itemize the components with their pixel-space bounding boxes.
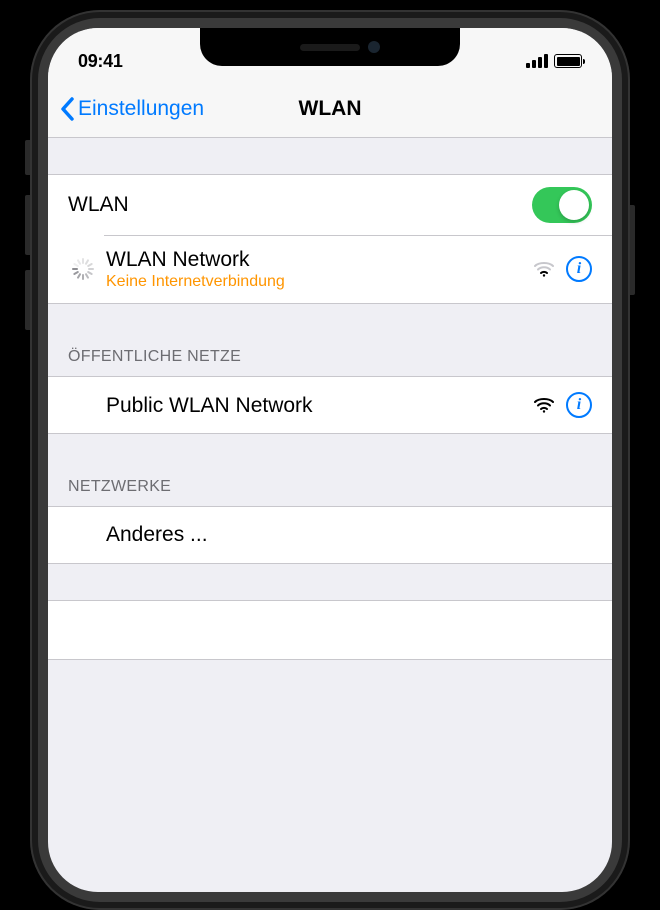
public-network-name: Public WLAN Network [106,393,534,418]
wlan-toggle[interactable] [532,187,592,223]
volume-up-button [25,195,30,255]
public-networks-header: ÖFFENTLICHE NETZE [48,340,612,376]
volume-down-button [25,270,30,330]
connected-network-row[interactable]: WLAN Network Keine Internetverbindung i [48,235,612,303]
wlan-toggle-row: WLAN [48,175,612,235]
notch [200,28,460,66]
back-button[interactable]: Einstellungen [60,97,204,121]
spinner-icon [72,258,94,280]
page-title: WLAN [299,97,362,121]
chevron-left-icon [60,97,74,121]
info-button[interactable]: i [566,392,592,418]
networks-header: NETZWERKE [48,470,612,506]
public-network-row[interactable]: Public WLAN Network i [48,377,612,433]
cellular-signal-icon [526,54,548,68]
phone-frame: 09:41 [30,10,630,910]
back-label: Einstellungen [78,97,204,121]
wifi-icon [534,397,554,413]
screen: 09:41 [48,28,612,892]
power-button [630,205,635,295]
wifi-weak-icon [534,261,554,277]
wlan-toggle-label: WLAN [68,193,532,217]
mute-switch [25,140,30,175]
other-network-row[interactable]: Anderes ... [48,507,612,563]
status-time: 09:41 [78,51,123,72]
connected-network-name: WLAN Network [106,247,534,272]
battery-icon [554,54,582,68]
other-network-label: Anderes ... [106,523,592,547]
info-button[interactable]: i [566,256,592,282]
connected-network-status: Keine Internetverbindung [106,273,534,291]
navigation-bar: Einstellungen WLAN [48,80,612,138]
